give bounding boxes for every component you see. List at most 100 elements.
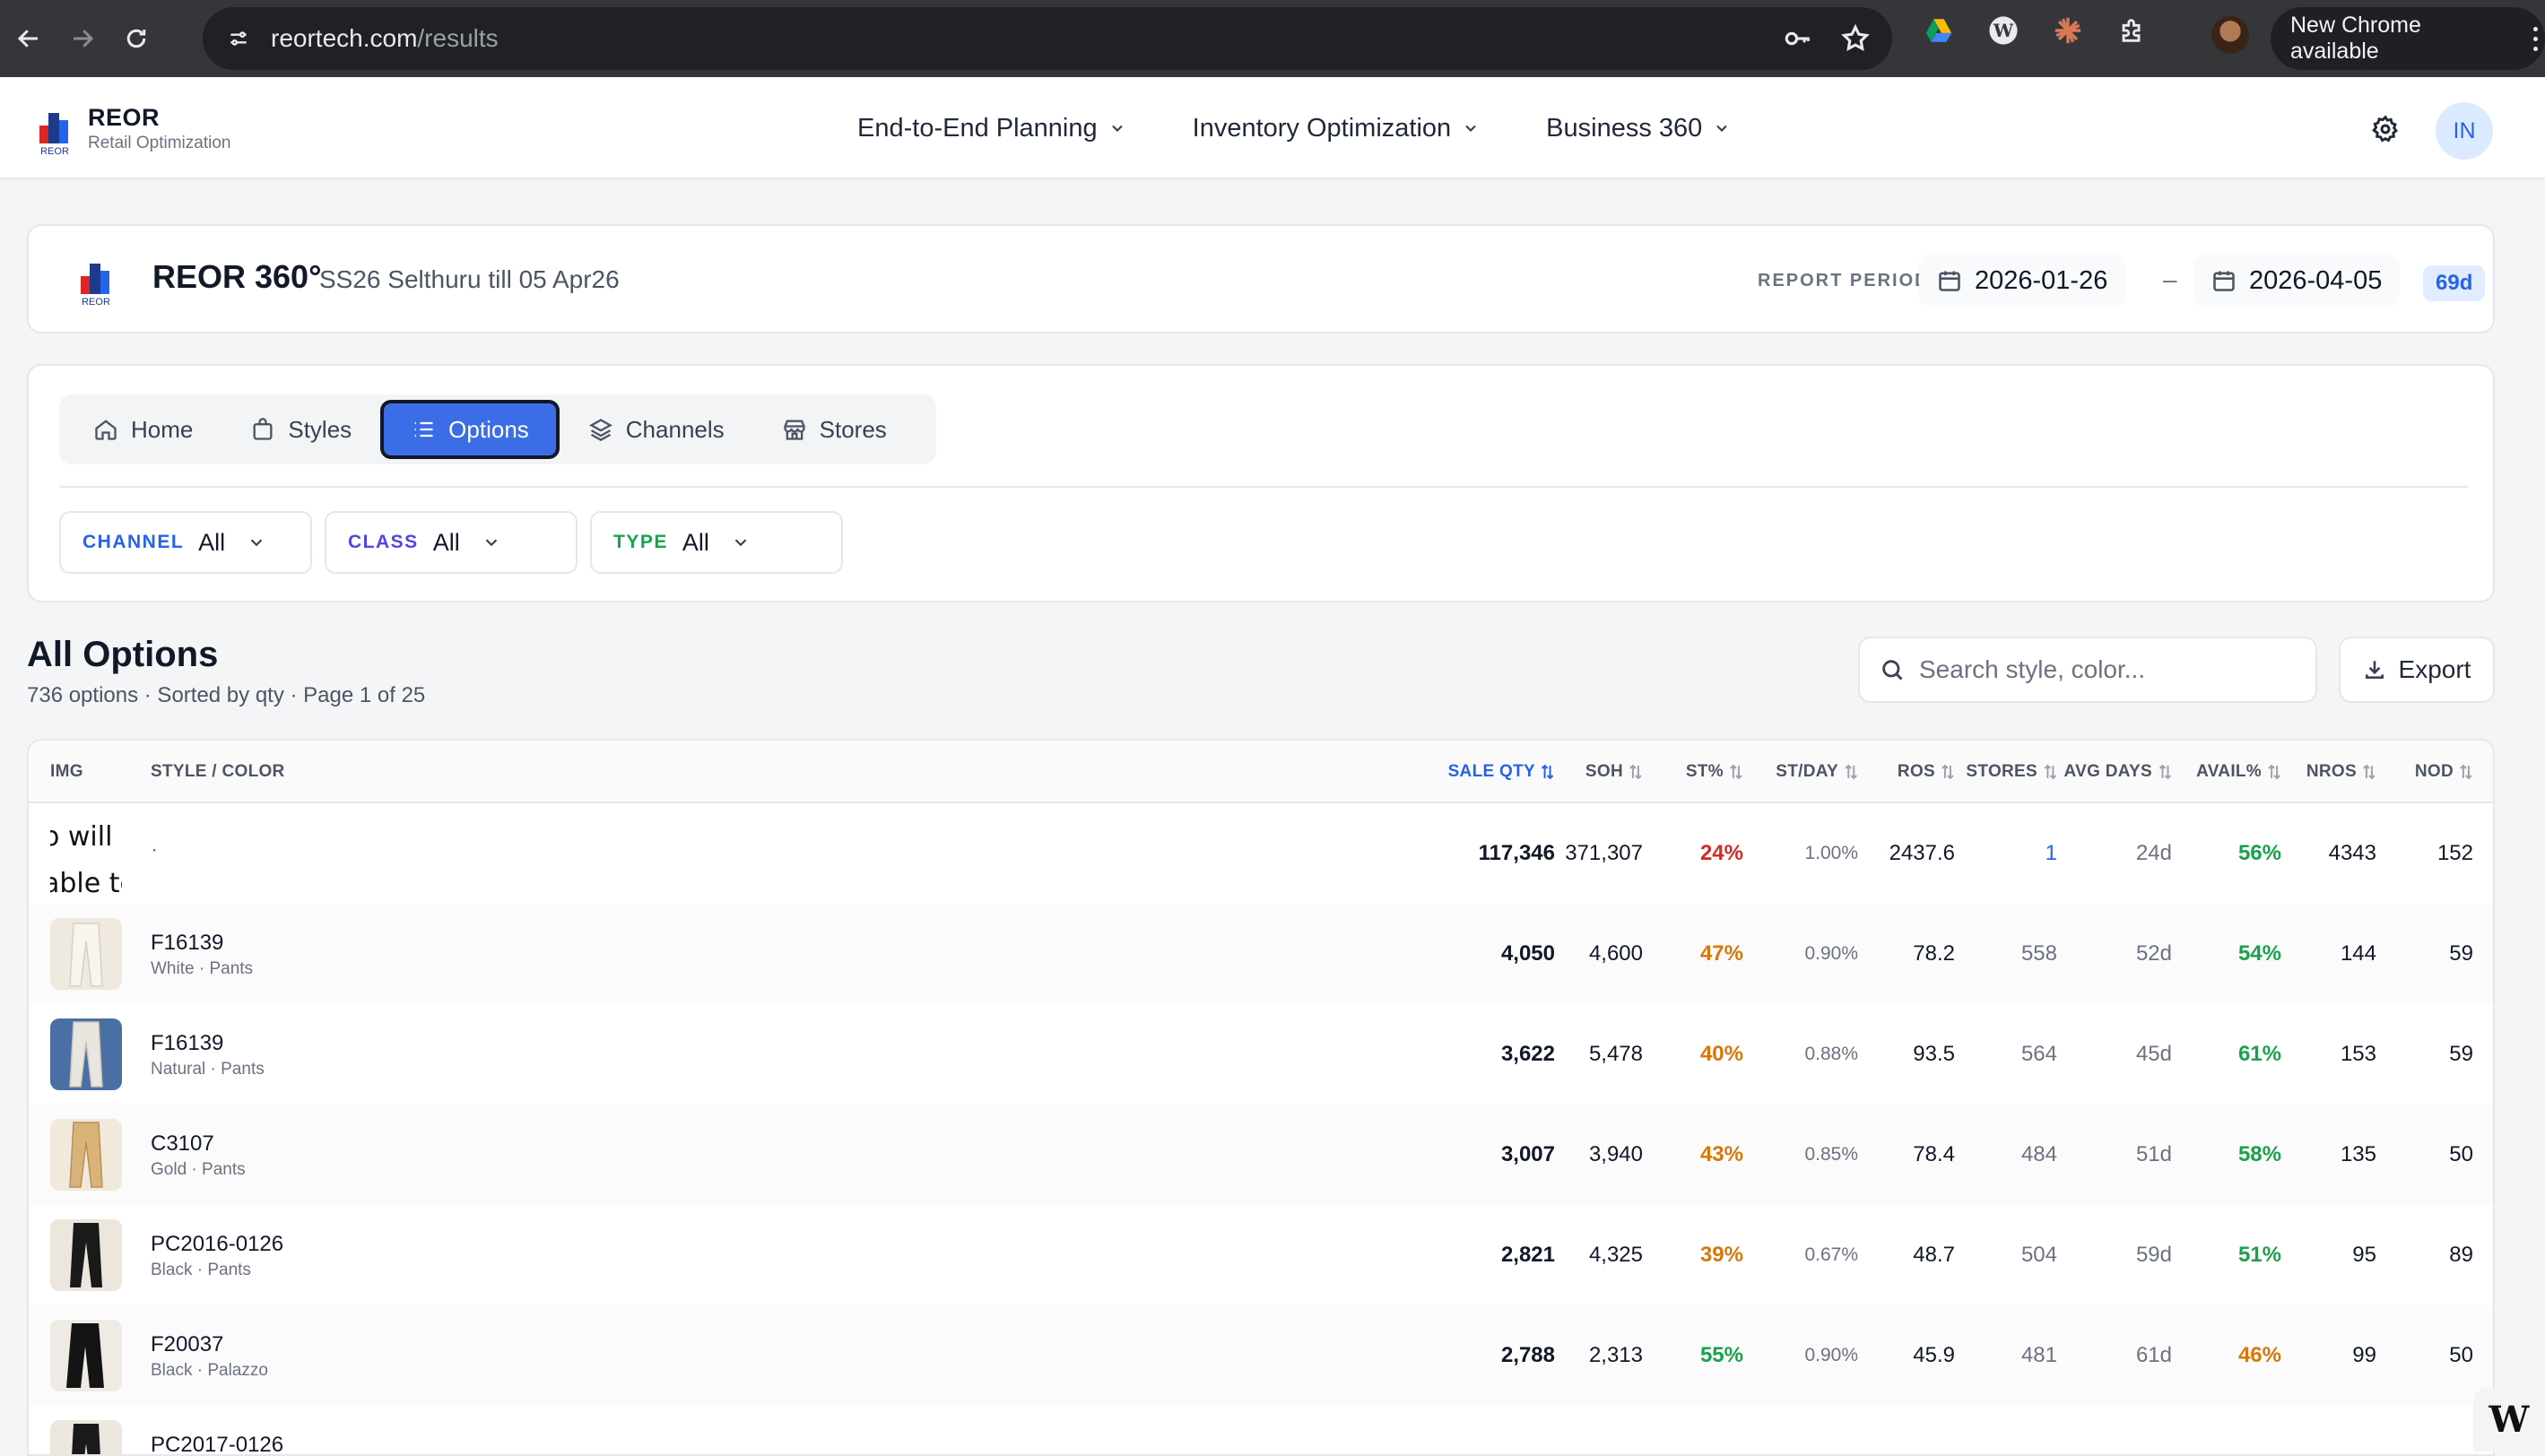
col-soh[interactable]: SOH: [1585, 762, 1643, 782]
style-name: C3107: [151, 1131, 214, 1156]
settings-gear-icon[interactable]: [2364, 108, 2407, 151]
brand[interactable]: REOR REOR Retail Optimization: [34, 100, 230, 157]
col-st-day[interactable]: ST/DAY: [1776, 762, 1858, 782]
tab-options[interactable]: Options: [380, 400, 560, 459]
chevron-down-icon: [734, 539, 747, 547]
st-pct: 43%: [1699, 1142, 1743, 1166]
search-box[interactable]: [1858, 637, 2317, 703]
forward-icon[interactable]: [57, 13, 108, 64]
table-row[interactable]: F20037 Black · Palazzo 2,788 2,313 55% 0…: [29, 1305, 2493, 1406]
sale-qty: 4,050: [1500, 941, 1555, 966]
nav-business-360[interactable]: Business 360: [1546, 114, 1731, 143]
app-header: REOR REOR Retail Optimization End-to-End…: [0, 77, 2545, 179]
address-bar[interactable]: reortech.com/results: [203, 7, 1892, 70]
st-pct: 47%: [1699, 941, 1743, 966]
tab-stores[interactable]: Stores: [753, 400, 916, 459]
col-ros[interactable]: ROS: [1898, 762, 1955, 782]
start-date-picker[interactable]: 2026-01-26: [1919, 255, 2126, 307]
style-name: F16139: [151, 1031, 224, 1055]
class-filter[interactable]: CLASS All: [325, 511, 578, 574]
stores: 564: [2020, 1042, 2057, 1066]
svg-text:REOR: REOR: [40, 146, 69, 156]
nros: 153: [2340, 1042, 2376, 1066]
nros: 144: [2340, 941, 2376, 966]
calendar-icon: [1939, 271, 1960, 291]
claude-extension-icon[interactable]: [2050, 13, 2086, 48]
new-chrome-available-button[interactable]: New Chrome available: [2271, 7, 2545, 70]
user-avatar[interactable]: IN: [2436, 102, 2493, 160]
sort-icon: [2268, 764, 2280, 780]
nros: 95: [2352, 1243, 2376, 1267]
soh: 371,307: [1565, 841, 1643, 865]
sort-icon: [2158, 764, 2171, 780]
product-thumbnail: [50, 1420, 122, 1454]
end-date-picker[interactable]: 2026-04-05: [2193, 255, 2401, 307]
chrome-menu-icon[interactable]: [2533, 27, 2538, 51]
floating-widget-button[interactable]: W: [2473, 1388, 2545, 1452]
st-day: 0.90%: [1804, 1345, 1858, 1365]
nod: 152: [2436, 841, 2473, 865]
site-settings-icon[interactable]: [221, 21, 256, 56]
report-period-label: REPORT PERIOD: [1758, 271, 1930, 290]
col-nros[interactable]: NROS: [2306, 762, 2376, 782]
password-key-icon[interactable]: [1783, 23, 1813, 54]
drive-extension-icon[interactable]: [1921, 13, 1957, 48]
st-day: 0.88%: [1804, 1044, 1858, 1064]
nros: 4343: [2328, 841, 2376, 865]
soh: 2,313: [1588, 1343, 1643, 1367]
tab-channels[interactable]: Channels: [560, 400, 753, 459]
st-pct: 40%: [1699, 1042, 1743, 1066]
nod: 59: [2449, 1042, 2473, 1066]
search-input[interactable]: [1919, 655, 2296, 684]
back-icon[interactable]: [4, 13, 54, 64]
sort-icon: [2363, 764, 2376, 780]
calendar-icon: [2213, 271, 2235, 291]
product-thumbnail: [50, 1119, 122, 1191]
bookmark-star-icon[interactable]: [1840, 23, 1871, 54]
chevron-down-icon: [1111, 125, 1123, 133]
table-row[interactable]: PC2017-0126: [29, 1406, 2493, 1456]
table-row[interactable]: F16139 White · Pants 4,050 4,600 47% 0.9…: [29, 904, 2493, 1004]
wordpress-extension-icon[interactable]: W: [1985, 13, 2021, 48]
nod: 89: [2449, 1243, 2473, 1267]
url-text[interactable]: reortech.com/results: [271, 24, 499, 53]
style-name: F16139: [151, 931, 224, 955]
sort-icon: [1542, 764, 1554, 780]
channel-filter[interactable]: CHANNEL All: [59, 511, 312, 574]
reload-icon[interactable]: [111, 13, 161, 64]
col-img: IMG: [50, 762, 83, 781]
svg-text:W: W: [1993, 20, 2014, 41]
soh: 4,600: [1588, 941, 1643, 966]
sale-qty: 3,007: [1500, 1142, 1555, 1166]
table-row[interactable]: o will r able to · 117,346 371,307 24% 1…: [29, 803, 2493, 904]
style-name: ·: [151, 837, 158, 862]
avail-pct: 54%: [2237, 941, 2281, 966]
brand-name: REOR: [88, 103, 161, 131]
tab-home[interactable]: Home: [65, 400, 221, 459]
soh: 3,940: [1588, 1142, 1643, 1166]
tab-styles[interactable]: Styles: [221, 400, 380, 459]
broken-image-placeholder: o will r able to: [50, 821, 122, 895]
col-st-pct[interactable]: ST%: [1686, 762, 1743, 782]
profile-avatar[interactable]: [2211, 16, 2249, 54]
export-button[interactable]: Export: [2339, 637, 2495, 703]
col-avg-days[interactable]: AVG DAYS: [2064, 762, 2173, 782]
st-day: 0.85%: [1804, 1144, 1858, 1165]
sale-qty: 2,821: [1500, 1243, 1555, 1267]
table-row[interactable]: PC2016-0126 Black · Pants 2,821 4,325 39…: [29, 1205, 2493, 1305]
table-row[interactable]: C3107 Gold · Pants 3,007 3,940 43% 0.85%…: [29, 1105, 2493, 1205]
col-stores[interactable]: STORES: [1966, 762, 2057, 782]
col-avail-pct[interactable]: AVAIL%: [2196, 762, 2281, 782]
table-row[interactable]: F16139 Natural · Pants 3,622 5,478 40% 0…: [29, 1004, 2493, 1105]
nav-inventory-optimization[interactable]: Inventory Optimization: [1193, 114, 1481, 143]
list-icon: [414, 421, 433, 438]
soh: 4,325: [1588, 1243, 1643, 1267]
style-name: PC2017-0126: [151, 1433, 284, 1456]
col-sale-qty[interactable]: SALE QTY: [1448, 762, 1555, 782]
tabs-filter-card: Home Styles Options Channels Stores CHAN…: [27, 364, 2495, 602]
type-filter[interactable]: TYPE All: [590, 511, 843, 574]
extensions-puzzle-icon[interactable]: [2115, 13, 2150, 48]
options-summary: 736 options · Sorted by qty · Page 1 of …: [27, 683, 426, 707]
col-nod[interactable]: NOD: [2415, 762, 2473, 782]
nav-end-to-end-planning[interactable]: End-to-End Planning: [857, 114, 1126, 143]
